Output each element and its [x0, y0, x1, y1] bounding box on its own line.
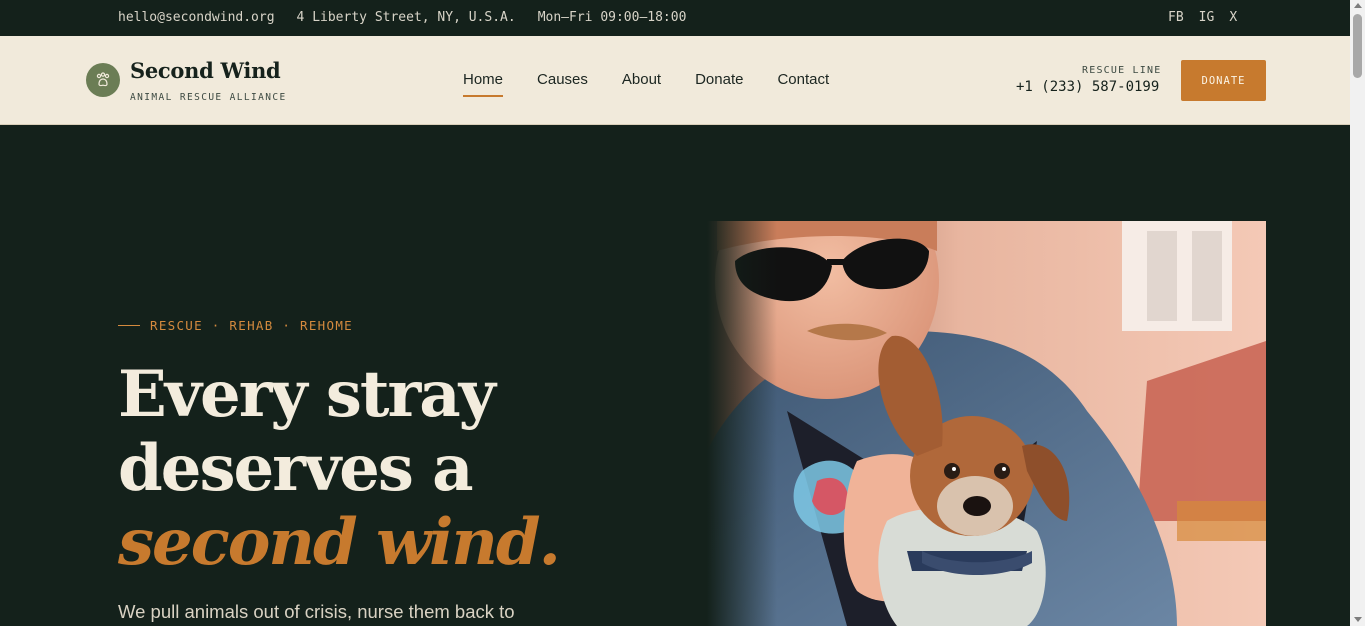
- hero-photo: [707, 221, 1266, 626]
- contact-email[interactable]: hello@secondwind.org: [118, 10, 275, 25]
- office-hours: Mon–Fri 09:00–18:00: [537, 10, 687, 25]
- site-header: Second Wind ANIMAL RESCUE ALLIANCE Home …: [0, 36, 1350, 125]
- social-links: FB IG X: [1168, 10, 1237, 25]
- rescue-line-label: RESCUE LINE: [1082, 65, 1162, 76]
- facebook-link[interactable]: FB: [1168, 10, 1184, 25]
- scrollbar-thumb[interactable]: [1353, 14, 1362, 78]
- nav-causes[interactable]: Causes: [537, 71, 588, 97]
- main-nav: Home Causes About Donate Contact: [463, 71, 829, 97]
- nav-donate[interactable]: Donate: [695, 71, 743, 97]
- headline-accent: second wind.: [118, 505, 561, 580]
- instagram-link[interactable]: IG: [1199, 10, 1215, 25]
- x-link[interactable]: X: [1229, 10, 1237, 25]
- nav-about[interactable]: About: [622, 71, 661, 97]
- nav-home[interactable]: Home: [463, 71, 504, 97]
- contact-info: hello@secondwind.org 4 Liberty Street, N…: [118, 10, 686, 25]
- eyebrow-rule: [118, 325, 140, 326]
- scroll-down-arrow-icon[interactable]: [1353, 617, 1362, 622]
- top-info-bar: hello@secondwind.org 4 Liberty Street, N…: [0, 0, 1350, 36]
- paw-icon[interactable]: [86, 63, 120, 97]
- headline-main: Every stray deserves a: [118, 357, 496, 506]
- brand-tagline: ANIMAL RESCUE ALLIANCE: [130, 92, 287, 103]
- contact-address: 4 Liberty Street, NY, U.S.A.: [296, 10, 516, 25]
- hero-lede: We pull animals out of crisis, nurse the…: [118, 601, 515, 622]
- nav-contact[interactable]: Contact: [777, 71, 829, 97]
- donate-button[interactable]: DONATE: [1181, 60, 1266, 101]
- scroll-up-arrow-icon[interactable]: [1353, 3, 1362, 8]
- hero-eyebrow: RESCUE · REHAB · REHOME: [118, 318, 353, 333]
- man-with-dog-photo: [707, 221, 1266, 626]
- brand-name[interactable]: Second Wind: [130, 58, 281, 83]
- page-scrollbar[interactable]: [1350, 0, 1365, 626]
- hero-headline: Every stray deserves a second wind.: [118, 358, 678, 580]
- photo-left-fade: [707, 221, 777, 626]
- rescue-phone-number[interactable]: +1 (233) 587-0199: [1016, 79, 1159, 95]
- eyebrow-text: RESCUE · REHAB · REHOME: [150, 318, 353, 333]
